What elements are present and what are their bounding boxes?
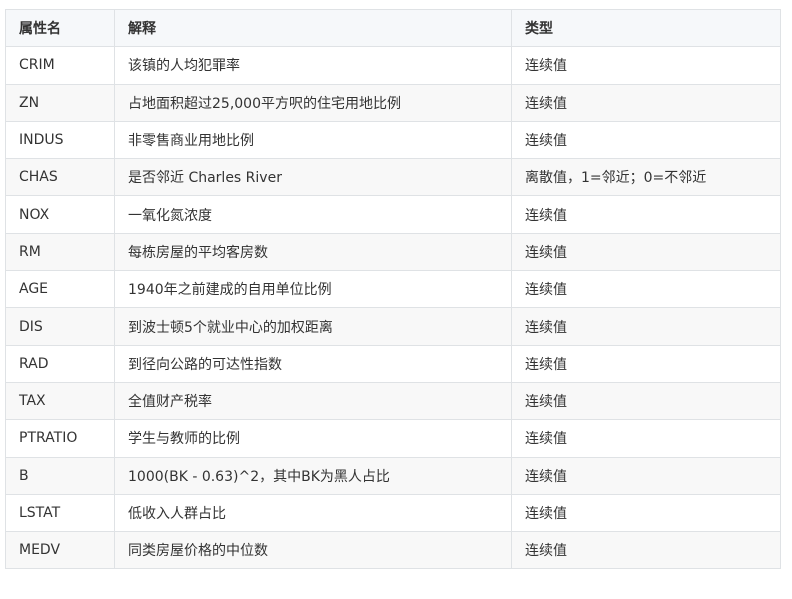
- cell-attribute-name: LSTAT: [5, 493, 115, 533]
- cell-attribute-name: AGE: [5, 270, 115, 309]
- table-row: DIS 到波士顿5个就业中心的加权距离 连续值: [5, 307, 781, 346]
- attribute-table: 属性名 解释 类型 CRIM 该镇的人均犯罪率 连续值 ZN 占地面积超过25,…: [5, 8, 781, 570]
- cell-type: 连续值: [511, 531, 781, 570]
- cell-type: 连续值: [511, 493, 781, 533]
- table-row: INDUS 非零售商业用地比例 连续值: [5, 120, 781, 160]
- table-row: PTRATIO 学生与教师的比例 连续值: [5, 419, 781, 458]
- cell-type: 连续值: [511, 381, 781, 421]
- cell-explanation: 一氧化氮浓度: [114, 195, 512, 234]
- cell-explanation: 该镇的人均犯罪率: [114, 46, 512, 85]
- table-row: CRIM 该镇的人均犯罪率 连续值: [5, 46, 781, 85]
- table-row: ZN 占地面积超过25,000平方呎的住宅用地比例 连续值: [5, 83, 781, 122]
- cell-type: 连续值: [511, 419, 781, 458]
- cell-explanation: 同类房屋价格的中位数: [114, 531, 512, 570]
- table-row: CHAS 是否邻近 Charles River 离散值，1=邻近；0=不邻近: [5, 158, 781, 197]
- cell-attribute-name: B: [5, 456, 115, 495]
- cell-type: 连续值: [511, 344, 781, 383]
- cell-attribute-name: MEDV: [5, 531, 115, 570]
- cell-explanation: 1000(BK - 0.63)^2，其中BK为黑人占比: [114, 456, 512, 495]
- cell-explanation: 1940年之前建成的自用单位比例: [114, 270, 512, 309]
- cell-type: 连续值: [511, 232, 781, 272]
- table-row: AGE 1940年之前建成的自用单位比例 连续值: [5, 270, 781, 309]
- attribute-table-container: 属性名 解释 类型 CRIM 该镇的人均犯罪率 连续值 ZN 占地面积超过25,…: [5, 8, 781, 570]
- cell-attribute-name: TAX: [5, 381, 115, 421]
- cell-type: 连续值: [511, 83, 781, 122]
- header-explanation: 解释: [114, 8, 512, 48]
- cell-explanation: 全值财产税率: [114, 381, 512, 421]
- cell-attribute-name: CHAS: [5, 158, 115, 197]
- cell-type: 离散值，1=邻近；0=不邻近: [511, 158, 781, 197]
- cell-attribute-name: RM: [5, 232, 115, 272]
- table-row: RM 每栋房屋的平均客房数 连续值: [5, 232, 781, 272]
- cell-explanation: 低收入人群占比: [114, 493, 512, 533]
- cell-type: 连续值: [511, 270, 781, 309]
- cell-attribute-name: RAD: [5, 344, 115, 383]
- cell-attribute-name: CRIM: [5, 46, 115, 85]
- cell-explanation: 占地面积超过25,000平方呎的住宅用地比例: [114, 83, 512, 122]
- cell-explanation: 学生与教师的比例: [114, 419, 512, 458]
- cell-explanation: 非零售商业用地比例: [114, 120, 512, 160]
- cell-explanation: 到波士顿5个就业中心的加权距离: [114, 307, 512, 346]
- cell-attribute-name: INDUS: [5, 120, 115, 160]
- table-row: B 1000(BK - 0.63)^2，其中BK为黑人占比 连续值: [5, 456, 781, 495]
- table-row: NOX 一氧化氮浓度 连续值: [5, 195, 781, 234]
- cell-explanation: 每栋房屋的平均客房数: [114, 232, 512, 272]
- cell-type: 连续值: [511, 195, 781, 234]
- table-row: MEDV 同类房屋价格的中位数 连续值: [5, 531, 781, 570]
- table-row: TAX 全值财产税率 连续值: [5, 381, 781, 421]
- cell-type: 连续值: [511, 456, 781, 495]
- cell-type: 连续值: [511, 307, 781, 346]
- cell-attribute-name: DIS: [5, 307, 115, 346]
- cell-attribute-name: ZN: [5, 83, 115, 122]
- table-row: LSTAT 低收入人群占比 连续值: [5, 493, 781, 533]
- cell-explanation: 到径向公路的可达性指数: [114, 344, 512, 383]
- cell-type: 连续值: [511, 120, 781, 160]
- header-attribute-name: 属性名: [5, 8, 115, 48]
- table-header-row: 属性名 解释 类型: [5, 8, 781, 48]
- header-type: 类型: [511, 8, 781, 48]
- cell-explanation: 是否邻近 Charles River: [114, 158, 512, 197]
- cell-attribute-name: PTRATIO: [5, 419, 115, 458]
- table-row: RAD 到径向公路的可达性指数 连续值: [5, 344, 781, 383]
- cell-attribute-name: NOX: [5, 195, 115, 234]
- cell-type: 连续值: [511, 46, 781, 85]
